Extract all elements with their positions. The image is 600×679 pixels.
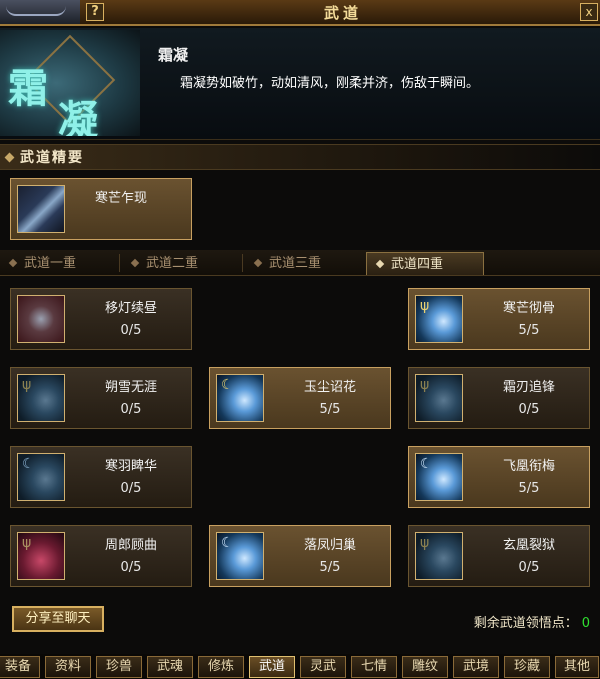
flower-icon: ψ xyxy=(17,532,65,580)
tab-tier-2[interactable]: 武道二重 xyxy=(122,252,238,275)
skill-card-name: 玄凰裂狱 xyxy=(502,538,555,553)
ice-icon: ψ xyxy=(17,374,65,422)
bottom-tab-spirit-weapon[interactable]: 灵武 xyxy=(300,656,346,678)
bottom-tab-bar: 装备 资料 珍兽 武魂 修炼 武道 灵武 七情 雕纹 武境 珍藏 其他 xyxy=(0,654,600,679)
bottom-tab-training[interactable]: 修炼 xyxy=(198,656,244,678)
skill-card-level: 0/5 xyxy=(120,481,142,496)
window-title: 武道 xyxy=(323,4,362,22)
tier-tabs: 武道一重 武道二重 武道三重 武道四重 xyxy=(0,250,600,276)
diamond-bullet-icon xyxy=(253,258,263,268)
logo-char-2: 凝 xyxy=(58,97,98,136)
bottom-tab-carving[interactable]: 雕纹 xyxy=(402,656,448,678)
skill-card-name: 落凤归巢 xyxy=(303,538,356,553)
ice-icon: ψ xyxy=(415,374,463,422)
tab-label: 武道四重 xyxy=(391,257,444,272)
skill-card[interactable]: ☾ 落凤归巢 5/5 xyxy=(209,525,391,587)
logo-char-1: 霜 xyxy=(8,65,48,112)
ice-icon: ☾ xyxy=(216,532,264,580)
ice-icon: ☾ xyxy=(216,374,264,422)
skill-card-name: 移灯续昼 xyxy=(104,301,157,316)
help-button[interactable]: ? xyxy=(86,3,104,21)
skill-card[interactable]: ☾ 飞凰衔梅 5/5 xyxy=(408,446,590,508)
skill-card-level: 5/5 xyxy=(319,560,341,575)
hand-icon xyxy=(17,295,65,343)
skill-card-level: 5/5 xyxy=(518,323,540,338)
skill-card-level: 0/5 xyxy=(518,560,540,575)
skill-card-name: 寒芒乍现 xyxy=(95,191,148,206)
skill-card-level: 5/5 xyxy=(518,481,540,496)
diamond-bullet-icon xyxy=(130,258,140,268)
skill-card[interactable]: ψ 霜刃追锋 0/5 xyxy=(408,367,590,429)
bottom-tab-wudao[interactable]: 武道 xyxy=(249,656,295,678)
skill-description: 霜凝势如破竹，动如清风，刚柔并济，伤敌于瞬间。 xyxy=(180,76,480,91)
window-corner-ornament xyxy=(0,0,80,24)
skill-card-name: 周郎顾曲 xyxy=(104,538,157,553)
bottom-tab-profile[interactable]: 资料 xyxy=(45,656,91,678)
tab-label: 武道二重 xyxy=(146,256,199,271)
skill-card-level: 0/5 xyxy=(120,402,142,417)
diamond-bullet-icon xyxy=(375,259,385,269)
bottom-tab-martial-realm[interactable]: 武境 xyxy=(453,656,499,678)
tab-tier-1[interactable]: 武道一重 xyxy=(0,252,116,275)
tab-label: 武道三重 xyxy=(269,256,322,271)
skill-card[interactable]: ψ 玄凰裂狱 0/5 xyxy=(408,525,590,587)
skill-card[interactable]: ☾ 寒羽睥华 0/5 xyxy=(10,446,192,508)
tab-tier-4[interactable]: 武道四重 xyxy=(366,252,484,275)
remaining-points-value: 0 xyxy=(581,616,590,631)
skill-card[interactable]: 移灯续昼 0/5 xyxy=(10,288,192,350)
close-button[interactable]: x xyxy=(580,3,598,21)
skill-card-name: 寒芒彻骨 xyxy=(502,301,555,316)
skill-card[interactable]: ψ 寒芒彻骨 5/5 xyxy=(408,288,590,350)
skill-card-name: 飞凰衔梅 xyxy=(502,459,555,474)
bottom-tab-warsoul[interactable]: 武魂 xyxy=(147,656,193,678)
skill-header: 霜 凝 霜凝 霜凝势如破竹，动如清风，刚柔并济，伤敌于瞬间。 xyxy=(0,28,600,140)
skill-card-level: 0/5 xyxy=(518,402,540,417)
blade-icon xyxy=(17,185,65,233)
tab-tier-3[interactable]: 武道三重 xyxy=(245,252,361,275)
skill-card[interactable]: ψ 周郎顾曲 0/5 xyxy=(10,525,192,587)
skill-card-name: 寒羽睥华 xyxy=(104,459,157,474)
title-bar: ? 武道 x xyxy=(0,0,600,26)
essence-heading-label: 武道精要 xyxy=(20,150,84,166)
ice-icon: ψ xyxy=(415,532,463,580)
skill-logo: 霜 凝 xyxy=(0,30,140,136)
essence-heading: 武道精要 xyxy=(0,144,600,170)
skill-name: 霜凝 xyxy=(158,46,189,64)
share-to-chat-button[interactable]: 分享至聊天 xyxy=(12,606,104,632)
ice-icon: ☾ xyxy=(415,453,463,501)
bottom-tab-other[interactable]: 其他 xyxy=(555,656,599,678)
ice-icon: ☾ xyxy=(17,453,65,501)
bottom-tab-pets[interactable]: 珍兽 xyxy=(96,656,142,678)
remaining-points-label: 剩余武道领悟点： xyxy=(473,616,578,631)
bottom-tab-equipment[interactable]: 装备 xyxy=(0,656,40,678)
essence-skill-card[interactable]: 寒芒乍现 xyxy=(10,178,192,240)
skill-card-level: 5/5 xyxy=(319,402,341,417)
skill-card-level: 0/5 xyxy=(120,560,142,575)
skill-card[interactable]: ψ 朔雪无涯 0/5 xyxy=(10,367,192,429)
skill-card-name: 玉尘诏花 xyxy=(303,380,356,395)
diamond-bullet-icon xyxy=(4,152,15,163)
ice-icon: ψ xyxy=(415,295,463,343)
skill-card-name: 霜刃追锋 xyxy=(502,380,555,395)
bottom-tab-emotions[interactable]: 七情 xyxy=(351,656,397,678)
skill-card-name: 朔雪无涯 xyxy=(104,380,157,395)
skill-card[interactable]: ☾ 玉尘诏花 5/5 xyxy=(209,367,391,429)
diamond-bullet-icon xyxy=(8,258,18,268)
tab-label: 武道一重 xyxy=(24,256,77,271)
skill-card-level: 0/5 xyxy=(120,323,142,338)
bottom-tab-collection[interactable]: 珍藏 xyxy=(504,656,550,678)
remaining-points: 剩余武道领悟点： 0 xyxy=(474,612,590,631)
